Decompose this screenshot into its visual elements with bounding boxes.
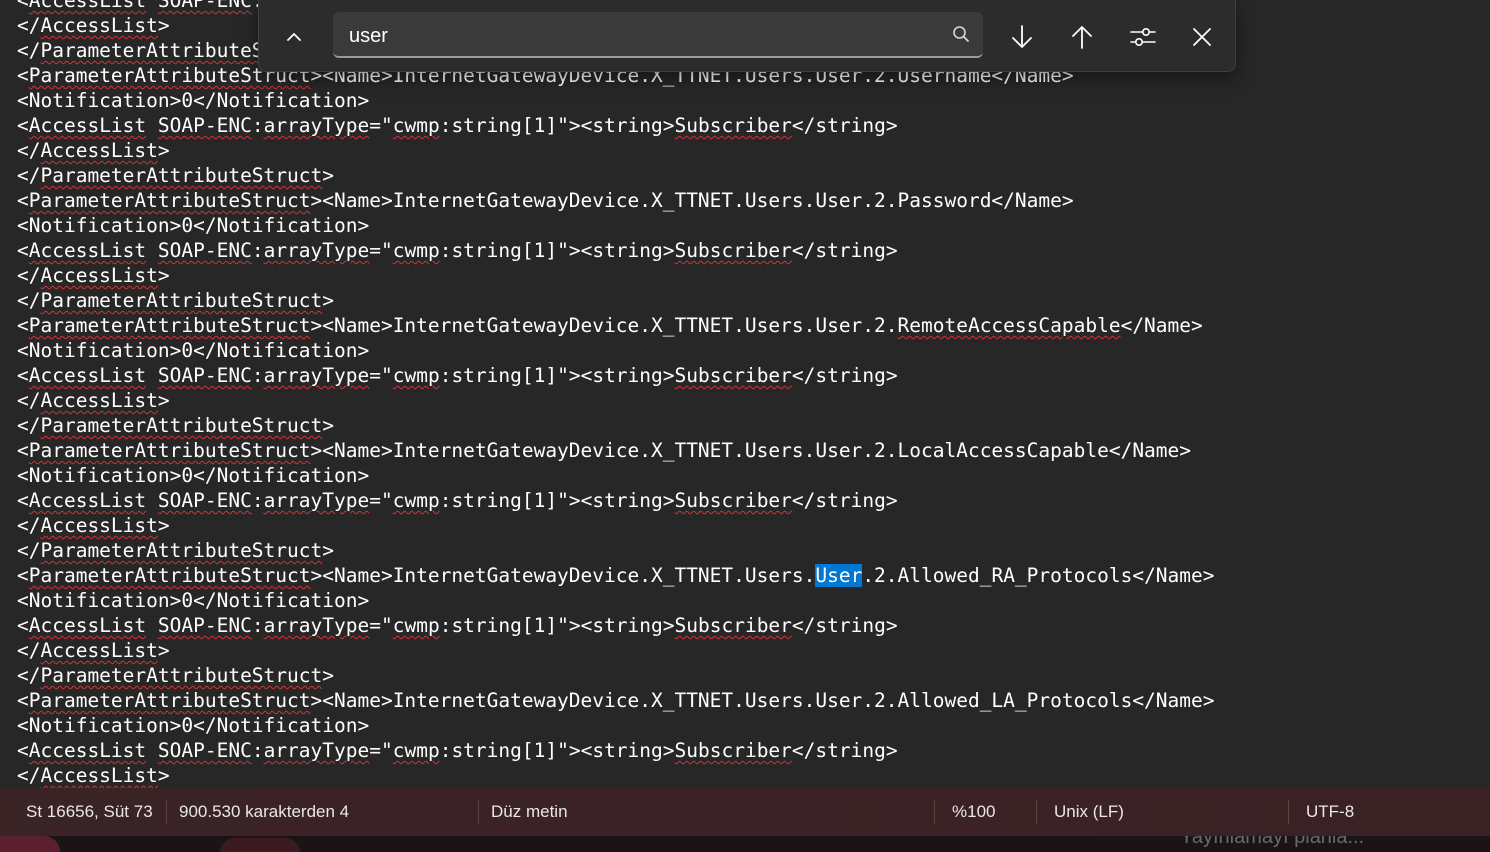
status-divider bbox=[934, 800, 935, 824]
find-next-button[interactable] bbox=[998, 12, 1046, 62]
status-divider bbox=[1036, 800, 1037, 824]
code-line[interactable]: <AccessList SOAP-ENC:arrayType="cwmp:str… bbox=[17, 363, 1215, 388]
find-options-button[interactable] bbox=[1119, 12, 1167, 62]
search-icon[interactable] bbox=[949, 22, 973, 46]
status-divider bbox=[1288, 800, 1289, 824]
code-line[interactable]: <AccessList SOAP-ENC:arrayType="cwmp:str… bbox=[17, 238, 1215, 263]
code-line[interactable]: <ParameterAttributeStruct><Name>Internet… bbox=[17, 438, 1215, 463]
wallpaper-shape bbox=[0, 836, 60, 852]
code-line[interactable]: <Notification>0</Notification> bbox=[17, 463, 1215, 488]
status-divider bbox=[166, 800, 167, 824]
chevron-up-icon bbox=[287, 33, 301, 41]
zoom-level[interactable]: %100 bbox=[952, 788, 995, 836]
cursor-position[interactable]: St 16656, Süt 73 bbox=[26, 788, 153, 836]
status-bar: St 16656, Süt 73 900.530 karakterden 4 D… bbox=[0, 788, 1490, 836]
find-input[interactable] bbox=[347, 18, 931, 54]
sliders-icon bbox=[1130, 28, 1156, 47]
close-find-button[interactable] bbox=[1178, 12, 1226, 62]
code-line[interactable]: <AccessList SOAP-ENC:arrayType="cwmp:str… bbox=[17, 488, 1215, 513]
status-divider bbox=[478, 800, 479, 824]
line-ending[interactable]: Unix (LF) bbox=[1054, 788, 1124, 836]
code-line[interactable]: </ParameterAttributeStruct> bbox=[17, 538, 1215, 563]
code-line[interactable]: </AccessList> bbox=[17, 513, 1215, 538]
background-ghost-text: Yayınlamayı planla... bbox=[1180, 836, 1365, 848]
code-line[interactable]: <ParameterAttributeStruct><Name>Internet… bbox=[17, 688, 1215, 713]
code-line[interactable]: </ParameterAttributeStruct> bbox=[17, 663, 1215, 688]
arrow-up-icon bbox=[1072, 26, 1092, 49]
wallpaper-shape bbox=[220, 838, 300, 852]
code-line[interactable]: <Notification>0</Notification> bbox=[17, 88, 1215, 113]
background-window-strip: Yayınlamayı planla... bbox=[0, 836, 1490, 852]
code-line[interactable]: <Notification>0</Notification> bbox=[17, 713, 1215, 738]
code-line[interactable]: </ParameterAttributeStruct> bbox=[17, 288, 1215, 313]
code-line[interactable]: <Notification>0</Notification> bbox=[17, 213, 1215, 238]
code-line[interactable]: </ParameterAttributeStruct> bbox=[17, 413, 1215, 438]
editor-text[interactable]: <AccessList SOAP-ENC:arrayType="cwmp:str… bbox=[17, 0, 1215, 788]
code-line[interactable]: </AccessList> bbox=[17, 638, 1215, 663]
encoding[interactable]: UTF-8 bbox=[1306, 788, 1354, 836]
selection-count: 900.530 karakterden 4 bbox=[179, 802, 350, 821]
code-line[interactable]: </AccessList> bbox=[17, 763, 1215, 788]
file-format[interactable]: Düz metin bbox=[491, 788, 568, 836]
code-line[interactable]: <ParameterAttributeStruct><Name>Internet… bbox=[17, 188, 1215, 213]
close-icon bbox=[1193, 28, 1211, 46]
code-line[interactable]: </AccessList> bbox=[17, 138, 1215, 163]
code-line[interactable]: <ParameterAttributeStruct><Name>Internet… bbox=[17, 313, 1215, 338]
code-line[interactable]: <AccessList SOAP-ENC:arrayType="cwmp:str… bbox=[17, 738, 1215, 763]
code-line[interactable]: <Notification>0</Notification> bbox=[17, 338, 1215, 363]
search-match-highlight[interactable]: User bbox=[815, 564, 863, 587]
find-previous-button[interactable] bbox=[1058, 12, 1106, 62]
find-bar bbox=[258, 0, 1236, 72]
code-line[interactable]: </AccessList> bbox=[17, 263, 1215, 288]
code-line[interactable]: </ParameterAttributeStruct> bbox=[17, 163, 1215, 188]
code-line[interactable]: <ParameterAttributeStruct><Name>Internet… bbox=[17, 563, 1215, 588]
find-input-box[interactable] bbox=[333, 12, 983, 58]
code-line[interactable]: <AccessList SOAP-ENC:arrayType="cwmp:str… bbox=[17, 113, 1215, 138]
code-line[interactable]: </AccessList> bbox=[17, 388, 1215, 413]
arrow-down-icon bbox=[1012, 25, 1032, 48]
code-line[interactable]: <AccessList SOAP-ENC:arrayType="cwmp:str… bbox=[17, 613, 1215, 638]
collapse-find-button[interactable] bbox=[270, 12, 318, 62]
code-line[interactable]: <Notification>0</Notification> bbox=[17, 588, 1215, 613]
text-editor[interactable]: <AccessList SOAP-ENC:arrayType="cwmp:str… bbox=[0, 0, 1490, 788]
